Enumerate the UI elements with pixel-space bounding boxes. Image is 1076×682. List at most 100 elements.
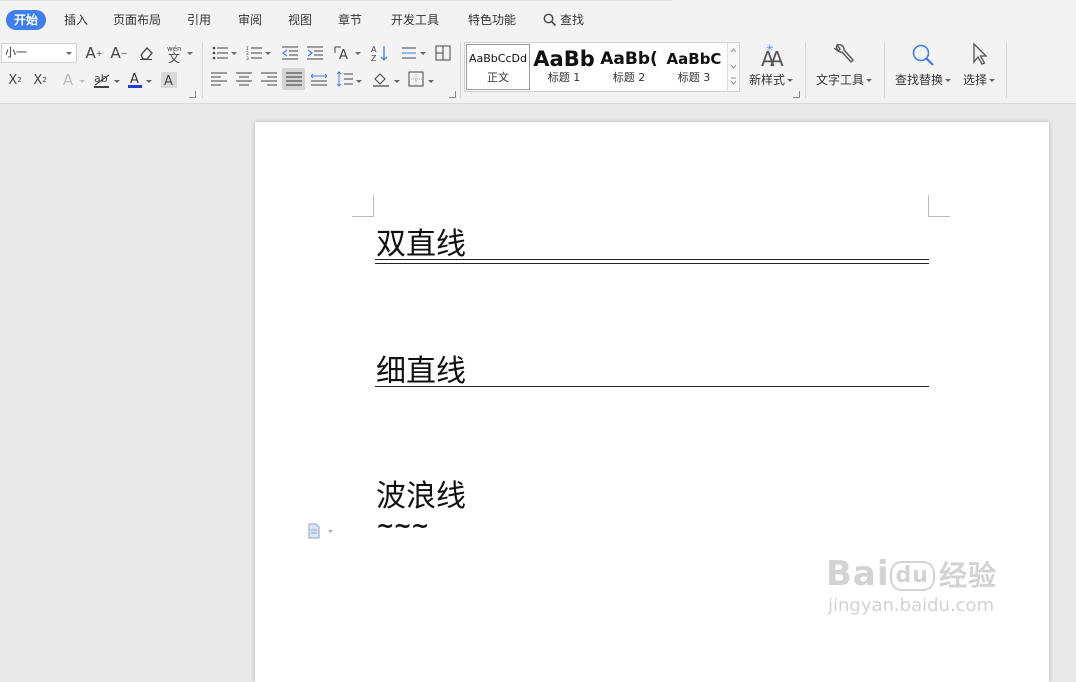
chevron-down-icon[interactable]: [146, 80, 152, 83]
gallery-scrollbar[interactable]: [727, 43, 739, 91]
find-replace-label: 查找替换: [894, 73, 943, 87]
chevron-down-icon[interactable]: [114, 80, 120, 83]
tab-developer-tools[interactable]: 开发工具: [391, 10, 439, 30]
font-color-icon[interactable]: A: [127, 70, 143, 90]
tab-references[interactable]: 引用: [187, 10, 211, 30]
menu-bar: 开始 插入 页面布局 引用 审阅 视图 章节 开发工具 特色功能 查找: [0, 0, 1076, 40]
chevron-down-icon: [866, 79, 872, 82]
find-tab[interactable]: 查找: [543, 10, 584, 30]
chevron-down-icon: [66, 52, 72, 55]
shrink-font-icon[interactable]: A −: [110, 43, 128, 63]
new-style-button[interactable]: A A ✳ 新样式: [747, 42, 795, 88]
style-name: 标题 1: [547, 71, 581, 84]
svg-text:A: A: [164, 74, 173, 88]
highlight-icon[interactable]: ab: [92, 71, 112, 89]
chevron-down-icon[interactable]: [231, 52, 237, 55]
text-direction-icon[interactable]: A: [333, 43, 353, 63]
align-left-icon[interactable]: [210, 70, 228, 88]
style-heading-3[interactable]: AaBbC 标题 3: [662, 45, 726, 89]
cursor-arrow-icon: [960, 42, 998, 68]
double-rule: [375, 259, 929, 264]
paragraph-options-icon[interactable]: [307, 523, 335, 543]
chevron-down-icon[interactable]: [428, 80, 434, 83]
text-tools-label: 文字工具: [815, 73, 864, 87]
svg-text:A: A: [339, 48, 348, 62]
chevron-down-icon[interactable]: [394, 80, 400, 83]
character-shading-icon[interactable]: A: [160, 71, 178, 89]
text-tools-button[interactable]: 文字工具: [813, 42, 875, 88]
borders-icon[interactable]: [406, 70, 426, 88]
tab-view[interactable]: 视图: [288, 10, 312, 30]
thin-rule: [375, 386, 929, 387]
font-size-select[interactable]: 小一: [1, 43, 77, 63]
style-sample: AaBb(: [600, 49, 658, 69]
chevron-down-icon: [989, 79, 995, 82]
chevron-down-icon[interactable]: [187, 52, 193, 55]
watermark-logo: Bai du 经验: [826, 555, 997, 595]
subscript-icon[interactable]: X2: [30, 71, 50, 89]
decrease-indent-icon[interactable]: [281, 44, 299, 62]
grow-font-icon[interactable]: A +: [85, 43, 103, 63]
search-icon: [543, 13, 557, 27]
margin-corner-mark: [928, 195, 950, 217]
styles-dialog-launcher-icon[interactable]: [793, 91, 800, 98]
style-name: 标题 2: [612, 71, 646, 84]
font-dialog-launcher-icon[interactable]: [189, 91, 196, 98]
svg-text:✳: ✳: [766, 44, 774, 54]
style-sample: AaBb: [533, 47, 595, 71]
tab-home[interactable]: 开始: [6, 10, 47, 30]
svg-text:ab: ab: [94, 72, 108, 85]
show-hide-marks-icon[interactable]: [433, 43, 453, 63]
heading-wavy-line[interactable]: 波浪线: [376, 471, 466, 515]
watermark-main: Bai: [826, 554, 890, 594]
style-sample: AaBbCcDd: [469, 52, 527, 65]
superscript-icon[interactable]: X2: [5, 71, 25, 89]
tab-review[interactable]: 审阅: [238, 10, 262, 30]
paragraph-spacing-icon[interactable]: [399, 43, 419, 63]
align-right-icon[interactable]: [260, 70, 278, 88]
distributed-align-icon[interactable]: [310, 70, 328, 88]
chevron-down-icon: [787, 79, 793, 82]
align-center-icon[interactable]: [235, 70, 253, 88]
font-size-value: 小一: [5, 46, 27, 59]
bullet-list-icon[interactable]: [211, 44, 229, 62]
chevron-down-icon[interactable]: [265, 52, 271, 55]
find-replace-button[interactable]: 查找替换: [892, 42, 954, 88]
menu-top-border: [0, 0, 672, 1]
chevron-down-icon[interactable]: [356, 80, 362, 83]
sort-icon[interactable]: AZ: [370, 43, 390, 63]
style-heading-1[interactable]: AaBb 标题 1: [532, 45, 596, 89]
increase-indent-icon[interactable]: [306, 44, 324, 62]
group-separator: [1006, 42, 1007, 98]
shading-icon[interactable]: [371, 70, 391, 88]
ribbon-toolbar: 小一 A+ A− wén文 X2 X2 A ab A A 123 A AZ: [0, 40, 1076, 104]
tab-insert[interactable]: 插入: [64, 10, 88, 30]
heading-thin-line[interactable]: 细直线: [376, 346, 466, 390]
new-style-icon: A A ✳: [747, 42, 795, 71]
text-effect-icon[interactable]: A: [59, 71, 77, 89]
style-sample: AaBbC: [666, 50, 722, 68]
wavy-line-text[interactable]: ~~~: [376, 514, 429, 539]
tab-page-layout[interactable]: 页面布局: [113, 10, 161, 30]
group-separator: [460, 42, 461, 98]
style-normal[interactable]: AaBbCcDd 正文: [466, 44, 530, 90]
styles-gallery: AaBbCcDd 正文 AaBb 标题 1 AaBb( 标题 2 AaBbC 标…: [464, 42, 740, 92]
chevron-down-icon[interactable]: [79, 80, 85, 83]
baidu-jingyan-watermark: Bai du 经验 jingyan.baidu.com: [826, 555, 997, 617]
chevron-down-icon[interactable]: [420, 52, 426, 55]
tab-special-features[interactable]: 特色功能: [468, 10, 516, 30]
pinyin-guide-icon[interactable]: wén 文: [164, 42, 186, 64]
clear-format-icon[interactable]: [137, 44, 155, 62]
paragraph-dialog-launcher-icon[interactable]: [449, 91, 456, 98]
justify-icon[interactable]: [282, 68, 305, 90]
find-tab-label: 查找: [560, 13, 585, 27]
chevron-down-icon: [945, 79, 951, 82]
numbered-list-icon[interactable]: 123: [245, 44, 263, 62]
chevron-down-icon[interactable]: [355, 52, 361, 55]
tab-chapter[interactable]: 章节: [338, 10, 362, 30]
select-button[interactable]: 选择: [960, 42, 998, 88]
heading-double-line[interactable]: 双直线: [376, 219, 466, 263]
svg-text:Z: Z: [371, 54, 377, 62]
line-spacing-icon[interactable]: [336, 70, 354, 88]
style-heading-2[interactable]: AaBb( 标题 2: [597, 45, 661, 89]
